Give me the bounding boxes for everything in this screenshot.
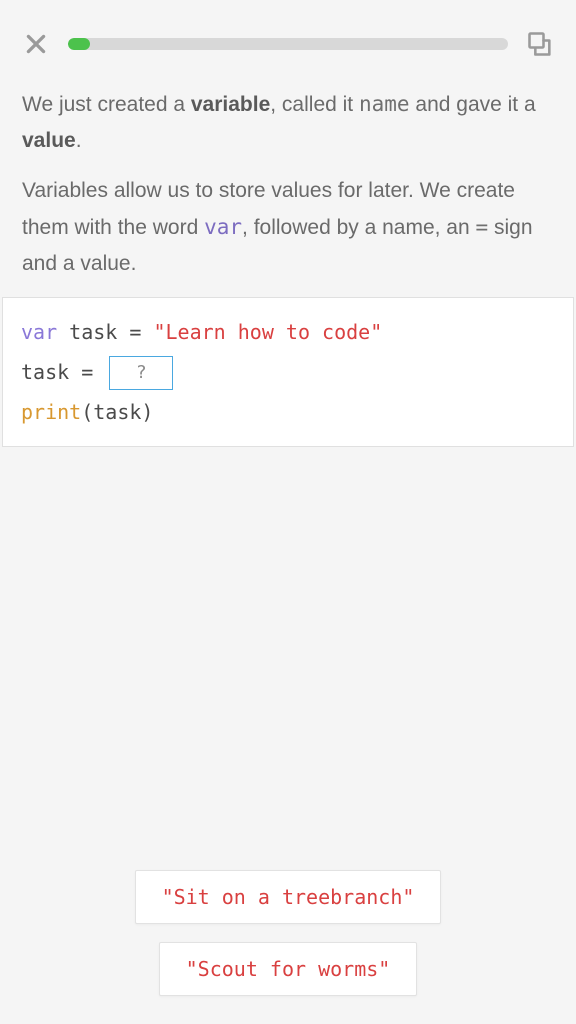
close-button[interactable] [20, 28, 52, 60]
operator: = [81, 360, 105, 384]
text: and gave it a [410, 93, 536, 116]
option-1-button[interactable]: "Sit on a treebranch" [135, 870, 442, 924]
progress-fill [68, 38, 90, 50]
text: , called it [270, 93, 359, 116]
args: (task) [81, 400, 153, 424]
code-block: var task = "Learn how to code" task = ? … [2, 297, 574, 447]
streak-icon [526, 30, 554, 58]
text: , followed by a name, an [242, 216, 475, 239]
lesson-content: We just created a variable, called it na… [0, 80, 576, 447]
answer-options: "Sit on a treebranch" "Scout for worms" [0, 870, 576, 996]
operator: = [129, 320, 153, 344]
blank-slot[interactable]: ? [109, 356, 173, 390]
code-line-2: task = ? [21, 352, 555, 392]
bold-variable: variable [191, 93, 270, 116]
header-bar [0, 0, 576, 80]
code-name: name [359, 92, 410, 116]
text: . [76, 129, 82, 152]
keyword-var: var [21, 320, 57, 344]
lesson-paragraph-1: We just created a variable, called it na… [22, 86, 554, 159]
string-literal: "Learn how to code" [153, 320, 382, 344]
identifier: task [57, 320, 129, 344]
close-icon [23, 31, 49, 57]
identifier: task [21, 360, 81, 384]
bold-value: value [22, 129, 76, 152]
lesson-paragraph-2: Variables allow us to store values for l… [22, 173, 554, 282]
progress-bar [68, 38, 508, 50]
function-print: print [21, 400, 81, 424]
code-line-3: print(task) [21, 392, 555, 432]
code-eq: = [476, 215, 489, 239]
streak-button[interactable] [524, 28, 556, 60]
option-2-button[interactable]: "Scout for worms" [159, 942, 418, 996]
code-line-1: var task = "Learn how to code" [21, 312, 555, 352]
text: We just created a [22, 93, 191, 116]
code-var: var [204, 215, 242, 239]
